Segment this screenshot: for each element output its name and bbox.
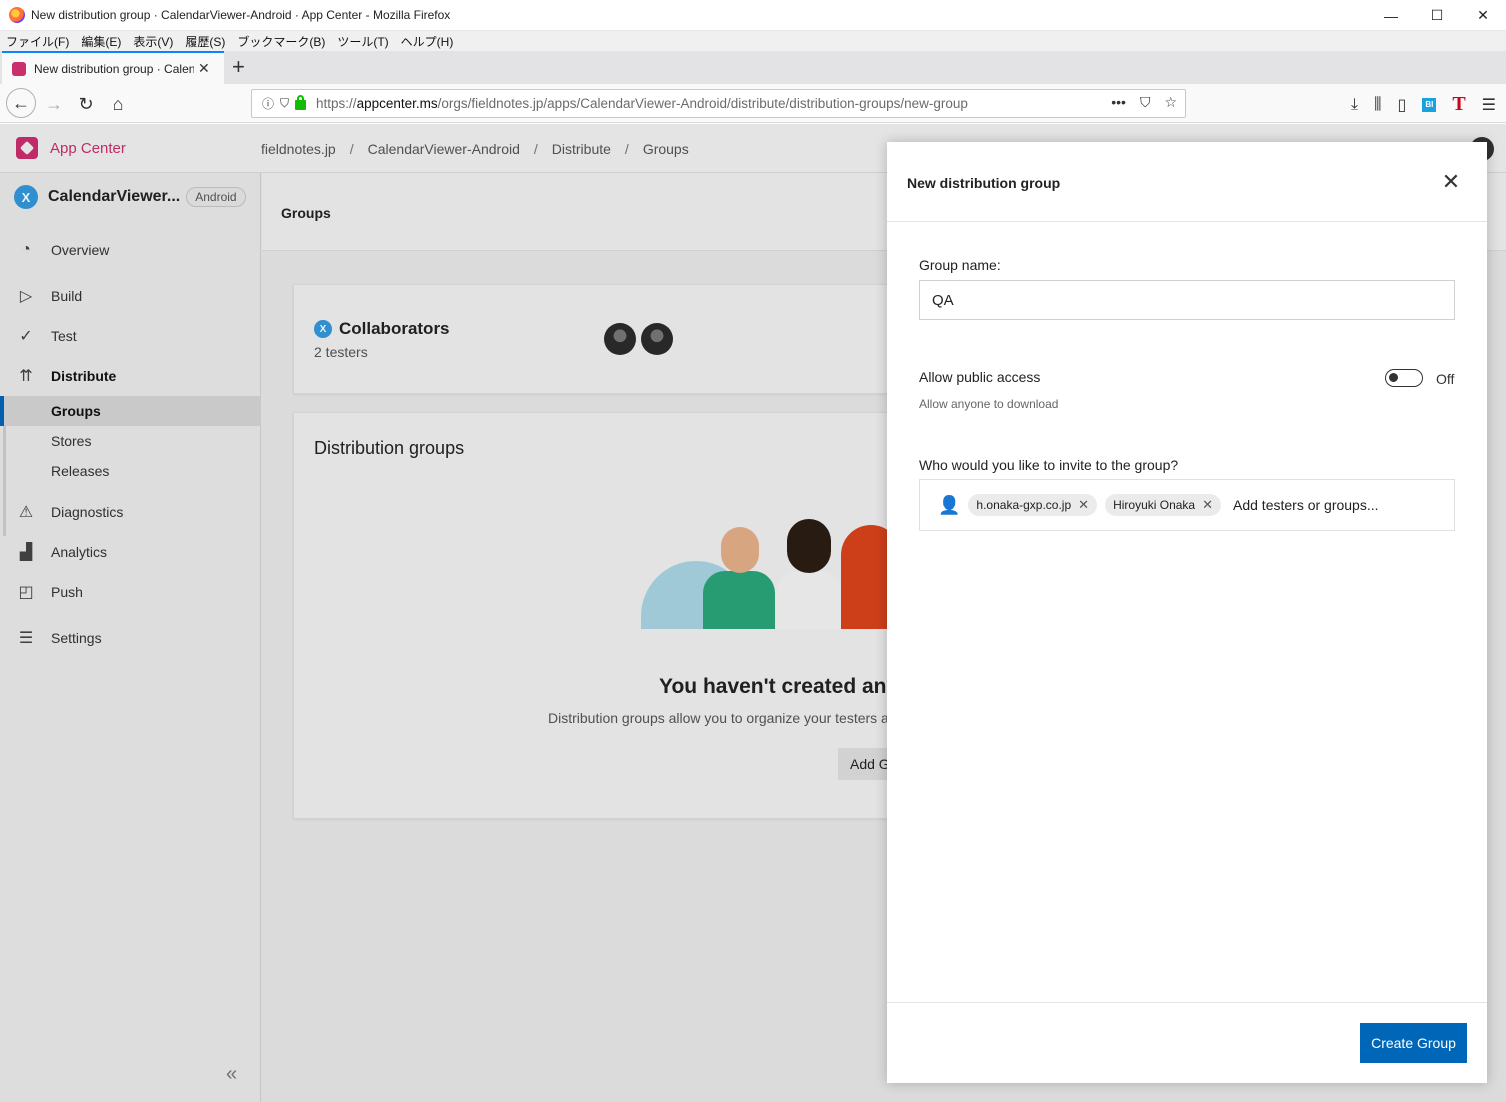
- window-title: New distribution group · CalendarViewer-…: [31, 8, 451, 22]
- remove-chip-icon[interactable]: ✕: [1078, 497, 1089, 513]
- menu-edit[interactable]: 編集(E): [81, 33, 121, 50]
- group-name-input[interactable]: [919, 280, 1455, 320]
- page-actions-icon[interactable]: •••: [1111, 94, 1126, 111]
- url-text[interactable]: https://appcenter.ms/orgs/fieldnotes.jp/…: [316, 96, 968, 111]
- panel-footer: Create Group: [887, 1002, 1487, 1083]
- bookmark-star-icon[interactable]: ☆: [1164, 94, 1177, 111]
- url-scheme: https://: [316, 96, 357, 111]
- maximize-button[interactable]: ☐: [1414, 0, 1460, 31]
- menu-tools[interactable]: ツール(T): [337, 33, 388, 50]
- menu-view[interactable]: 表示(V): [133, 33, 173, 50]
- t-extension-icon[interactable]: T: [1452, 93, 1465, 116]
- invitee-chip: Hiroyuki Onaka ✕: [1105, 494, 1221, 516]
- firefox-icon: [9, 7, 25, 23]
- close-icon[interactable]: ✕: [1441, 171, 1461, 193]
- hamburger-menu-icon[interactable]: ☰: [1482, 95, 1496, 115]
- download-icon[interactable]: ⤓: [1351, 96, 1358, 114]
- remove-chip-icon[interactable]: ✕: [1202, 497, 1213, 513]
- invitee-chip-label: h.onaka-gxp.co.jp: [976, 498, 1072, 512]
- invite-field[interactable]: 👤 h.onaka-gxp.co.jp ✕ Hiroyuki Onaka ✕: [919, 479, 1455, 531]
- public-access-toggle[interactable]: [1385, 369, 1423, 387]
- forward-arrow-icon[interactable]: →: [40, 90, 68, 118]
- home-icon[interactable]: ⌂: [104, 90, 132, 118]
- invite-label: Who would you like to invite to the grou…: [919, 457, 1179, 473]
- bi-extension-icon[interactable]: BI: [1422, 97, 1437, 112]
- url-bar[interactable]: ⓘ ⛉ https://appcenter.ms/orgs/fieldnotes…: [251, 89, 1186, 118]
- public-access-state: Off: [1436, 371, 1455, 387]
- tab-strip: New distribution group · CalendarViewer-…: [0, 51, 1506, 84]
- create-group-button[interactable]: Create Group: [1360, 1023, 1467, 1063]
- url-path: /orgs/fieldnotes.jp/apps/CalendarViewer-…: [437, 96, 968, 111]
- public-access-hint: Allow anyone to download: [919, 397, 1059, 411]
- panel-header: New distribution group ✕: [887, 142, 1487, 222]
- browser-tab-active[interactable]: New distribution group · CalendarViewer-…: [2, 51, 224, 84]
- invitee-chip: h.onaka-gxp.co.jp ✕: [968, 494, 1098, 516]
- menu-history[interactable]: 履歴(S): [185, 33, 225, 50]
- toggle-knob: [1389, 373, 1398, 382]
- panel-title: New distribution group: [907, 175, 1061, 191]
- new-tab-button[interactable]: +: [232, 54, 245, 80]
- library-icon[interactable]: ⫼: [1374, 96, 1381, 114]
- invitee-chip-label: Hiroyuki Onaka: [1113, 498, 1196, 512]
- app-center-favicon-icon: [12, 61, 26, 76]
- url-host: appcenter.ms: [356, 96, 438, 111]
- back-arrow-icon[interactable]: ←: [6, 88, 36, 118]
- menu-file[interactable]: ファイル(F): [6, 33, 69, 50]
- reload-icon[interactable]: ↻: [72, 90, 100, 118]
- menu-help[interactable]: ヘルプ(H): [401, 33, 454, 50]
- close-window-button[interactable]: ✕: [1460, 0, 1506, 31]
- new-group-panel: New distribution group ✕ Group name: All…: [887, 142, 1487, 1083]
- lock-icon: [295, 95, 307, 110]
- tracking-shield-icon[interactable]: ⛉: [280, 96, 289, 111]
- public-access-label: Allow public access: [919, 369, 1041, 385]
- tab-label: New distribution group · CalendarViewer-…: [34, 61, 194, 76]
- menu-bar: ファイル(F) 編集(E) 表示(V) 履歴(S) ブックマーク(B) ツール(…: [0, 31, 1506, 51]
- info-icon[interactable]: ⓘ: [262, 95, 274, 112]
- invite-input[interactable]: [1233, 497, 1393, 513]
- group-name-label: Group name:: [919, 257, 1001, 273]
- add-person-icon: 👤: [938, 494, 961, 515]
- navigation-bar: ← → ↻ ⌂ ⓘ ⛉ https://appcenter.ms/orgs/fi…: [0, 84, 1506, 123]
- tab-close-icon[interactable]: ✕: [198, 60, 210, 77]
- menu-bookmarks[interactable]: ブックマーク(B): [237, 33, 325, 50]
- minimize-button[interactable]: —: [1368, 0, 1414, 31]
- sidebar-toggle-icon[interactable]: ▯: [1398, 95, 1407, 115]
- window-titlebar: New distribution group · CalendarViewer-…: [0, 0, 1506, 31]
- pocket-icon[interactable]: ⛉: [1140, 94, 1151, 111]
